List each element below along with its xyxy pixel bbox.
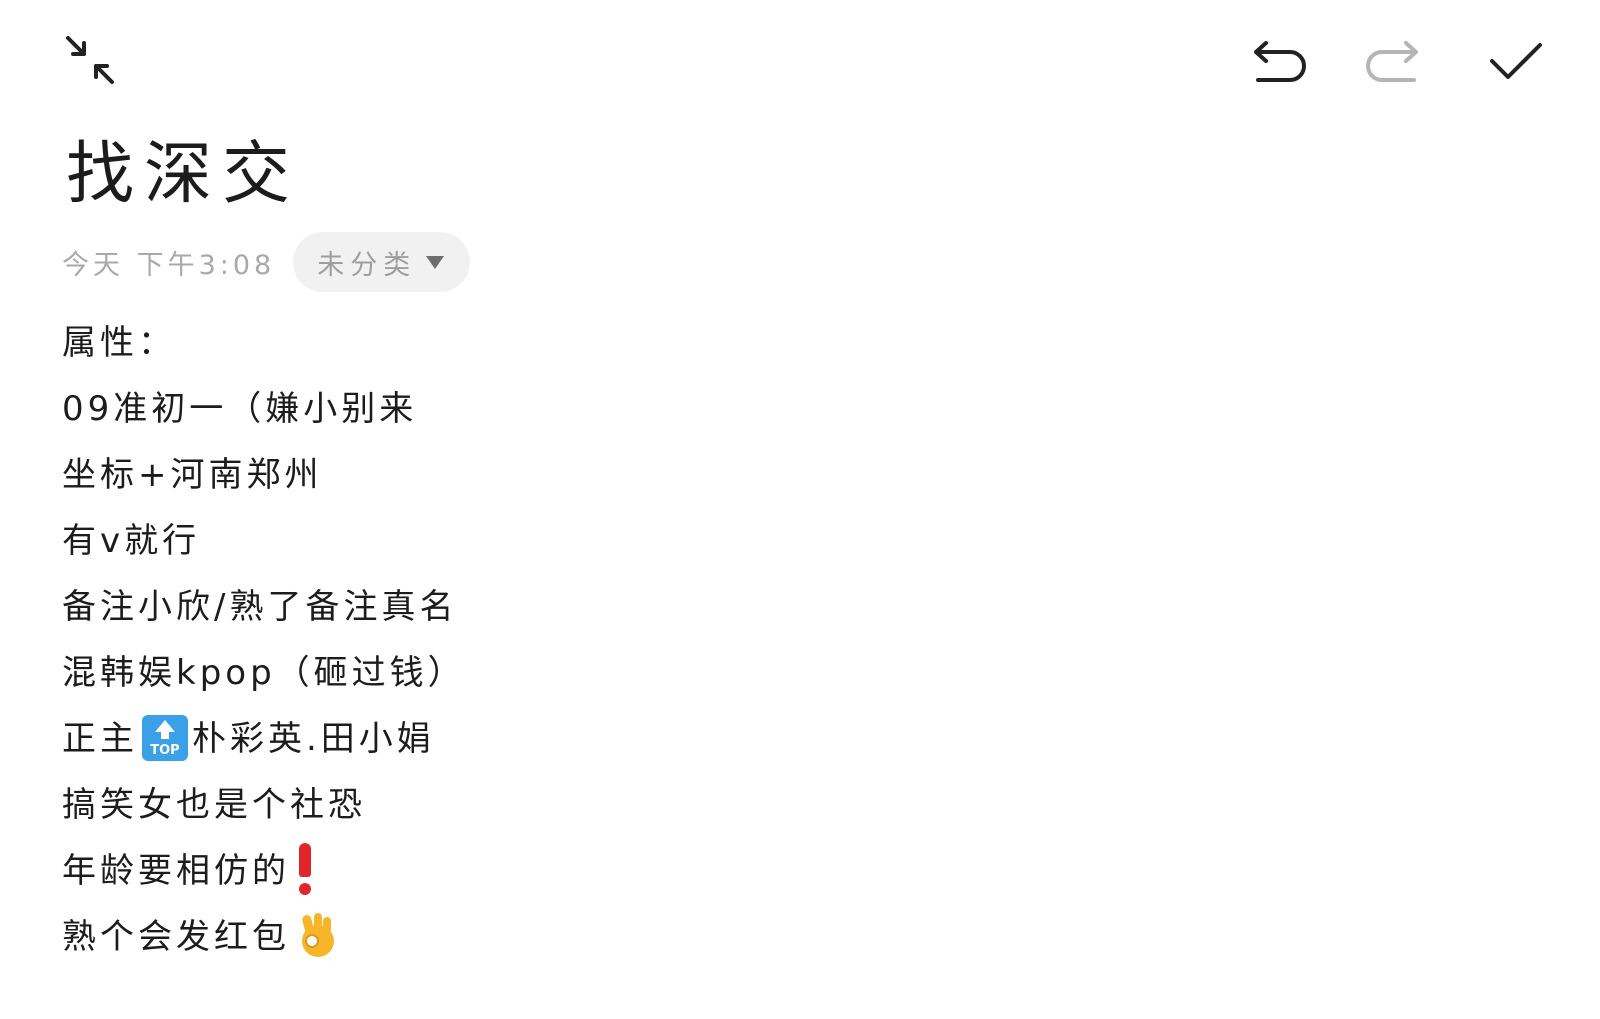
note-line: 属性： — [62, 310, 1512, 376]
note-line: 坐标+河南郑州 — [62, 442, 1512, 508]
redo-icon — [1366, 41, 1418, 82]
undo-icon — [1254, 41, 1306, 82]
note-line-text: 有v就行 — [62, 521, 201, 561]
ok-hand-emoji-icon — [296, 911, 336, 959]
note-line: 备注小欣/熟了备注真名 — [62, 574, 1512, 640]
note-line-text: 混韩娱kpop（砸过钱） — [62, 653, 466, 693]
note-line-text: 搞笑女也是个社恐 — [62, 785, 366, 825]
top-toolbar — [0, 0, 1600, 120]
undo-button[interactable] — [1244, 30, 1308, 94]
note-line: 熟个会发红包 — [62, 904, 1512, 970]
collapse-arrows-icon — [66, 36, 114, 84]
collapse-button[interactable] — [58, 28, 122, 92]
done-button[interactable] — [1484, 30, 1548, 94]
top-arrow-emoji-icon: TOP — [142, 714, 188, 761]
note-line-text: 备注小欣/熟了备注真名 — [62, 587, 458, 627]
note-line: 搞笑女也是个社恐 — [62, 772, 1512, 838]
note-line-text: 属性： — [62, 323, 176, 363]
note-line-text: 坐标+河南郑州 — [62, 455, 323, 495]
note-line-text: 熟个会发红包 — [62, 917, 290, 957]
note-line-text: 正主 — [62, 719, 138, 759]
category-label: 未分类 — [317, 249, 417, 281]
redo-button[interactable] — [1364, 30, 1428, 94]
note-line-text: 09准初一（嫌小别来 — [62, 389, 418, 429]
category-dropdown[interactable]: 未分类 — [293, 232, 471, 292]
note-line: 混韩娱kpop（砸过钱） — [62, 640, 1512, 706]
checkmark-icon — [1490, 43, 1542, 79]
dropdown-caret-icon — [426, 255, 445, 269]
top-emoji-label: TOP — [150, 742, 180, 758]
note-line: 有v就行 — [62, 508, 1512, 574]
note-title[interactable]: 找深交 — [66, 130, 300, 220]
note-line: 正主 TOP 朴彩英.田小娟 — [62, 706, 1512, 772]
note-timestamp: 今天 下午3:08 — [62, 249, 276, 281]
note-line-text: 年龄要相仿的 — [62, 851, 290, 891]
note-meta: 今天 下午3:08 未分类 — [62, 232, 471, 292]
note-line: 年龄要相仿的 — [62, 838, 1512, 904]
note-line-text: 朴彩英.田小娟 — [192, 719, 435, 759]
note-body[interactable]: 属性： 09准初一（嫌小别来 坐标+河南郑州 有v就行 备注小欣/熟了备注真名 … — [62, 310, 1512, 970]
note-line: 09准初一（嫌小别来 — [62, 376, 1512, 442]
exclamation-emoji-icon — [298, 842, 312, 895]
